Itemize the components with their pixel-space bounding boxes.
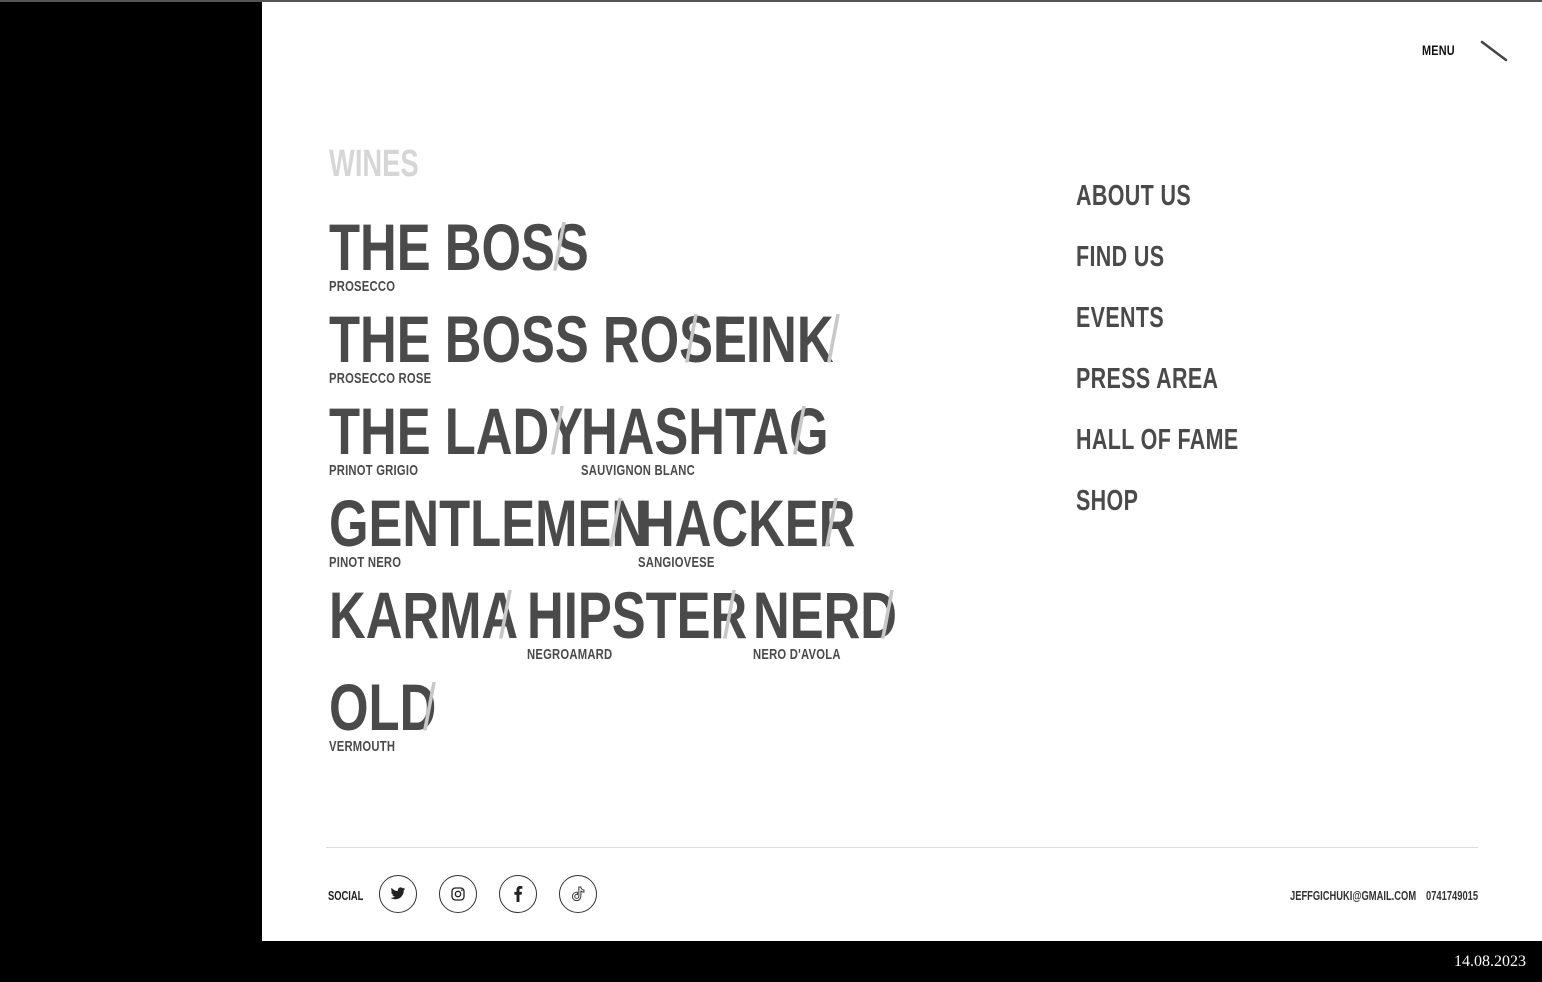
contact-phone[interactable]: 0741749015 [1426, 888, 1478, 903]
wine-name: OLD [329, 670, 437, 744]
wine-variety: NERO D'AVOLA [753, 646, 841, 663]
wine-name: THE LADY [329, 394, 584, 468]
wine-separator: / [423, 670, 436, 744]
close-menu-icon[interactable] [1476, 36, 1510, 66]
wines-heading: WINES [329, 143, 419, 185]
contact-email[interactable]: JEFFGICHUKI@GMAIL.COM [1290, 888, 1416, 903]
wine-variety: SANGIOVESE [638, 554, 715, 571]
nav-item-shop[interactable]: SHOP [1076, 485, 1138, 518]
wine-separator: / [881, 578, 894, 652]
wine-variety: VERMOUTH [329, 738, 396, 755]
wine-separator: / [609, 486, 622, 560]
wine-separator: / [827, 302, 840, 376]
nav-item-about-us[interactable]: ABOUT US [1076, 180, 1191, 213]
wine-name: HASHTAG [581, 394, 829, 468]
instagram-icon[interactable] [439, 875, 477, 913]
wine-separator: / [793, 394, 806, 468]
nav-item-hall-of-fame[interactable]: HALL OF FAME [1076, 424, 1239, 457]
tiktok-icon[interactable] [559, 875, 597, 913]
nav-item-find-us[interactable]: FIND US [1076, 241, 1164, 274]
wine-separator: / [685, 302, 698, 376]
wine-name: HACKER [638, 486, 856, 560]
wine-separator: / [551, 394, 564, 468]
facebook-icon[interactable] [499, 875, 537, 913]
social-label: SOCIAL [328, 888, 364, 903]
wine-separator: / [723, 578, 736, 652]
wine-name: NERD [753, 578, 898, 652]
wine-variety: PINOT NERO [329, 554, 402, 571]
wine-name: GENTLEMEN [329, 486, 649, 560]
nav-item-events[interactable]: EVENTS [1076, 302, 1164, 335]
wine-name: KARMA [329, 578, 519, 652]
wine-separator: / [499, 578, 512, 652]
wine-variety: NEGROAMARD [527, 646, 613, 663]
wine-name: HIPSTER [527, 578, 748, 652]
menu-overlay-panel: MENU WINES THE BOSS PROSECCO / THE BOSS … [262, 2, 1542, 941]
date-stamp: 14.08.2023 [1454, 953, 1526, 970]
wine-variety: SAUVIGNON BLANC [581, 462, 696, 479]
twitter-icon[interactable] [379, 875, 417, 913]
menu-label: MENU [1422, 42, 1455, 58]
wine-separator: / [825, 486, 838, 560]
wine-name: THE BOSS [329, 210, 589, 284]
wine-variety: PROSECCO [329, 278, 396, 295]
wine-separator: / [553, 210, 566, 284]
footer-divider [326, 847, 1478, 848]
wine-name: LINK [715, 302, 834, 376]
wine-variety: PROSECCO ROSE [329, 370, 432, 387]
wine-variety: PRINOT GRIGIO [329, 462, 419, 479]
nav-item-press-area[interactable]: PRESS AREA [1076, 363, 1218, 396]
